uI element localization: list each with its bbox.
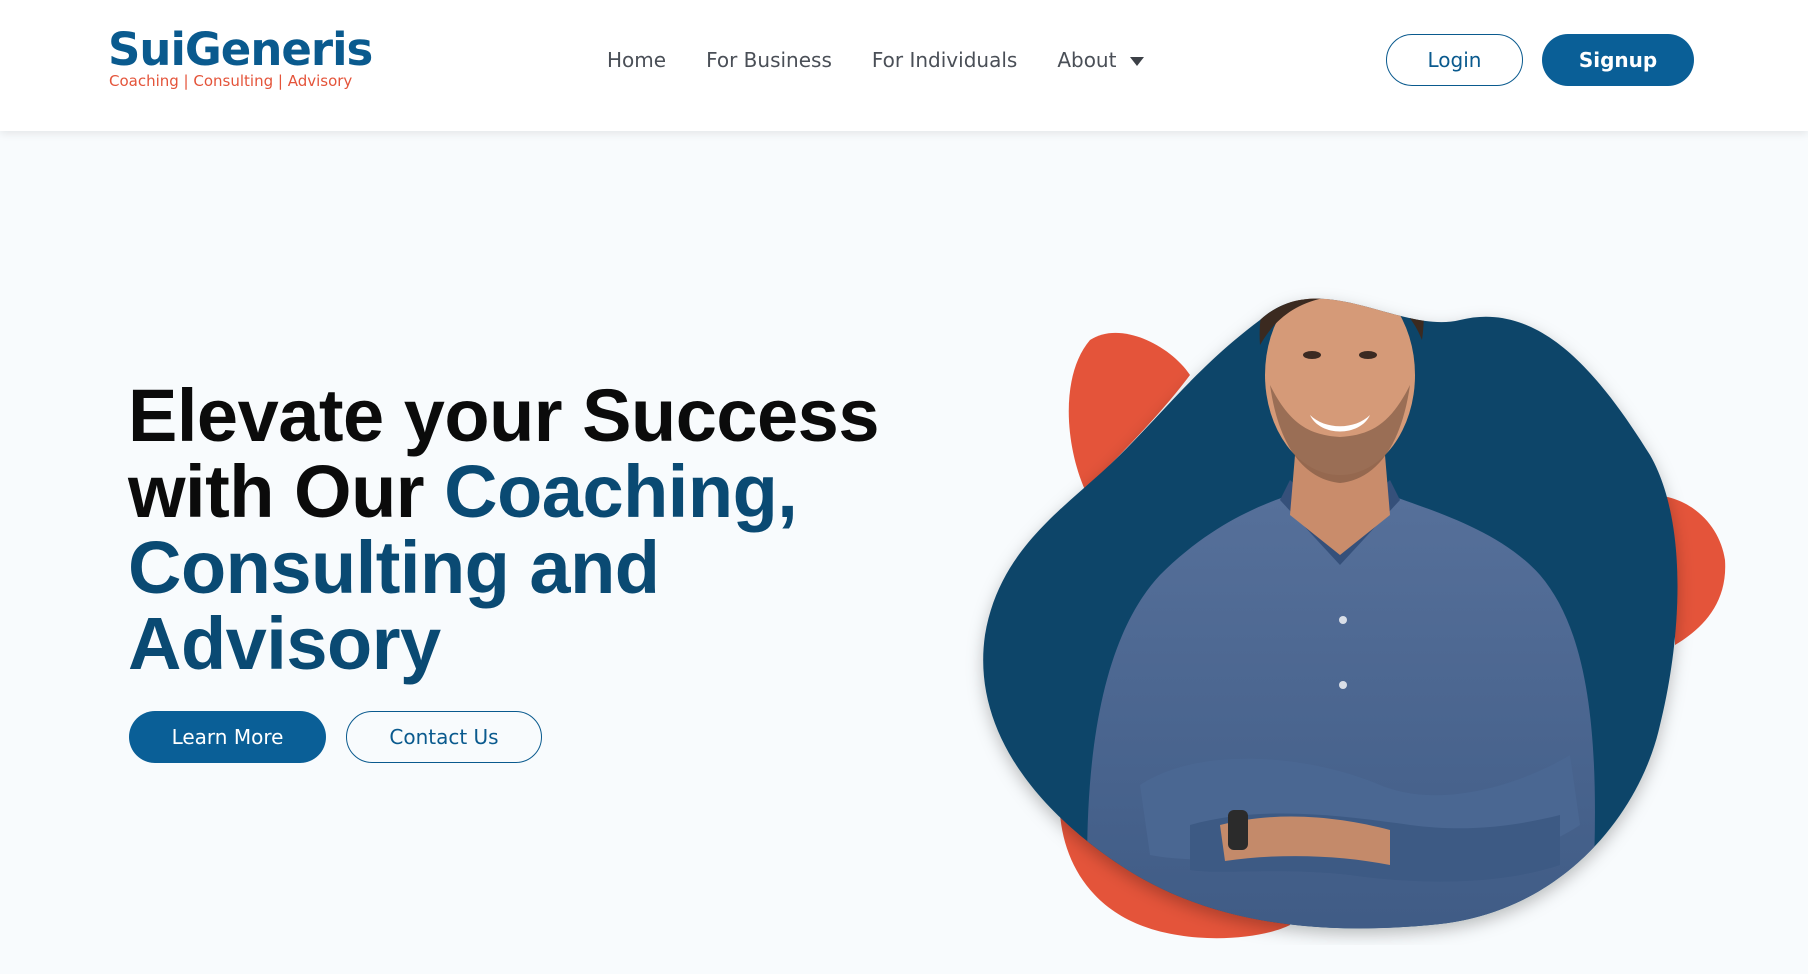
nav-item-label: For Individuals	[871, 48, 1018, 72]
hero-illustration	[983, 298, 1726, 939]
nav-item-label: Home	[607, 48, 667, 72]
nav-item-label: About	[1057, 48, 1117, 72]
brand-name: SuiGeneris	[108, 23, 373, 76]
main-nav: Home For Business For Individuals About	[607, 45, 1145, 75]
learn-more-button[interactable]: Learn More	[129, 711, 326, 763]
contact-us-button[interactable]: Contact Us	[346, 711, 542, 763]
signup-button[interactable]: Signup	[1542, 34, 1694, 86]
nav-item-label: For Business	[706, 48, 832, 72]
nav-item-for-business[interactable]: For Business	[706, 48, 832, 72]
site-header: SuiGeneris Coaching | Consulting | Advis…	[0, 0, 1808, 131]
brand-logo[interactable]: SuiGeneris Coaching | Consulting | Advis…	[108, 25, 373, 95]
brand-tagline: Coaching | Consulting | Advisory	[109, 72, 353, 90]
nav-item-home[interactable]: Home	[607, 48, 666, 72]
hero-title: Elevate your Success with Our Coaching, …	[128, 378, 928, 682]
login-button[interactable]: Login	[1386, 34, 1523, 86]
caret-down-icon	[1130, 56, 1145, 66]
nav-item-about[interactable]: About	[1057, 48, 1145, 72]
nav-item-for-individuals[interactable]: For Individuals	[872, 48, 1017, 72]
